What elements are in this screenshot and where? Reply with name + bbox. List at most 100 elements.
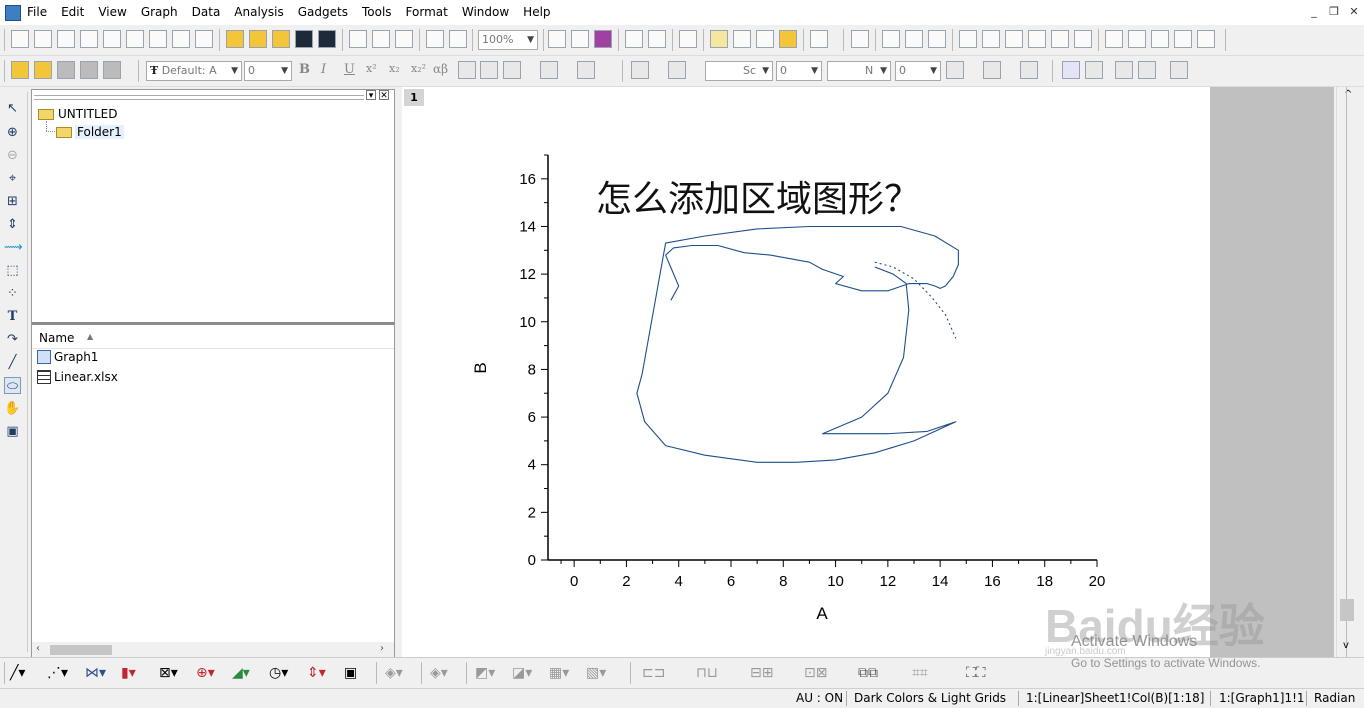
layer-icon[interactable]	[882, 30, 900, 48]
surface-icon[interactable]: ◈▾	[430, 665, 448, 681]
tree-folder1[interactable]: Folder1	[56, 125, 124, 139]
3d-plot-icon[interactable]: ◈▾	[385, 665, 403, 681]
add-column-icon[interactable]	[810, 30, 828, 48]
resize-icon[interactable]: ⛶⛶	[966, 665, 986, 681]
table-icon[interactable]	[1197, 30, 1215, 48]
explorer-close-icon[interactable]: ✕	[379, 90, 389, 101]
regional-selector-icon[interactable]: ⬚	[4, 262, 21, 279]
duplicate-icon[interactable]	[426, 30, 444, 48]
align-icon[interactable]	[1105, 30, 1123, 48]
italic-button[interactable]: I	[321, 62, 326, 77]
zoom-out-icon[interactable]: ⊖	[4, 147, 21, 164]
add-axis-right-icon[interactable]	[1005, 30, 1023, 48]
screen-reader-icon[interactable]: ⌖	[4, 170, 21, 187]
font-color-bar-icon[interactable]	[540, 61, 558, 79]
new-excel-icon[interactable]	[80, 30, 98, 48]
minimize-button[interactable]: _	[1306, 5, 1322, 19]
x-axis-label[interactable]: A	[816, 604, 828, 623]
command-window-icon[interactable]	[756, 30, 774, 48]
distribute-icon[interactable]: ⊡⊠	[804, 665, 827, 681]
graph-page[interactable]: 1 0 2 4 6 8 10 12 14 16 18 20 0 2 4 6 8 10 12 14 16 怎么添加区域图…	[402, 87, 1210, 657]
format-paste-icon[interactable]	[57, 61, 75, 79]
workspace-vscroll[interactable]: ^ v	[1336, 87, 1359, 657]
format-clear-icon[interactable]	[103, 61, 121, 79]
menu-analysis[interactable]: Analysis	[227, 4, 290, 20]
new-function-icon[interactable]	[149, 30, 167, 48]
text-tool-icon[interactable]: T	[4, 308, 21, 325]
legend-icon[interactable]	[1128, 30, 1146, 48]
draw-data-icon[interactable]: ▣	[4, 423, 21, 440]
save-template-icon[interactable]	[318, 30, 336, 48]
merge-layers-icon[interactable]	[905, 30, 923, 48]
format-copy-icon[interactable]	[34, 61, 52, 79]
superscript-button[interactable]: x²	[366, 62, 377, 75]
explorer-hscroll[interactable]: ‹ ›	[32, 642, 394, 658]
tree-root[interactable]: UNTITLED	[38, 107, 117, 121]
image-plot-icon[interactable]: ▧▾	[586, 665, 606, 681]
bold-button[interactable]: B	[299, 62, 310, 77]
add-axis-bottom-icon[interactable]	[959, 30, 977, 48]
region-tool-icon[interactable]: ⬭	[4, 377, 21, 394]
pattern-icon[interactable]	[946, 61, 964, 79]
font-color-icon[interactable]	[577, 61, 595, 79]
list-item[interactable]: Linear.xlsx	[37, 370, 118, 384]
subscript-button[interactable]: x₂	[389, 62, 400, 75]
close-button[interactable]: ✕	[1346, 5, 1362, 19]
results-log-icon[interactable]	[648, 30, 666, 48]
chart-annotation[interactable]: 怎么添加区域图形？	[596, 179, 920, 220]
color-scale-icon[interactable]	[1151, 30, 1169, 48]
grid-icon[interactable]	[1020, 61, 1038, 79]
menu-data[interactable]: Data	[185, 4, 228, 20]
polar-plot-icon[interactable]: ⊠▾	[159, 665, 178, 681]
list-item[interactable]: Graph1	[37, 350, 98, 364]
move-down-icon[interactable]	[1138, 61, 1156, 79]
greek-button[interactable]: αβ	[433, 62, 448, 76]
y-axis-label[interactable]: B	[471, 362, 490, 373]
add-inset-2-icon[interactable]	[1074, 30, 1092, 48]
menu-help[interactable]: Help	[516, 4, 557, 20]
front-back-icon[interactable]: ⧉⧉	[858, 665, 878, 681]
border-icon[interactable]	[983, 61, 1001, 79]
new-layout-icon[interactable]	[172, 30, 190, 48]
increase-font-icon[interactable]	[458, 61, 476, 79]
new-folder-icon[interactable]	[34, 30, 52, 48]
pie-plot-icon[interactable]: ◷▾	[269, 665, 288, 681]
hand-icon[interactable]: ✋	[4, 400, 21, 417]
supsub-button[interactable]: x₂²	[411, 62, 426, 75]
column-plot-icon[interactable]: ▮▾	[121, 665, 136, 681]
line-tool-icon[interactable]: ╱	[4, 354, 21, 371]
zoom-select[interactable]: 100% ▼	[478, 30, 538, 50]
align-left-icon[interactable]	[503, 61, 521, 79]
heatmap-icon[interactable]: ▦▾	[549, 665, 569, 681]
new-graph-icon[interactable]	[103, 30, 121, 48]
zoom-in-icon[interactable]: ⊕	[4, 124, 21, 141]
area-plot-icon[interactable]: ◢▾	[232, 665, 250, 681]
explorer-pin-icon[interactable]: ▾	[366, 90, 376, 101]
slideshow-icon[interactable]	[571, 30, 589, 48]
line-color-icon[interactable]	[668, 61, 686, 79]
font-size-select[interactable]: 0 ▼	[244, 61, 292, 81]
mask-icon[interactable]	[1062, 61, 1080, 79]
new-project-icon[interactable]	[11, 30, 29, 48]
line-symbol-icon[interactable]: ⋈▾	[85, 665, 106, 681]
app-icon[interactable]	[5, 5, 21, 21]
apps-icon[interactable]	[779, 30, 797, 48]
line-plot-icon[interactable]: ╱▾	[10, 665, 25, 681]
menu-file[interactable]: File	[20, 4, 54, 20]
code-builder-icon[interactable]	[625, 30, 643, 48]
pointer-icon[interactable]: ↖	[4, 100, 21, 117]
underline-button[interactable]: U	[344, 62, 355, 77]
scroll-left-icon[interactable]: ‹	[36, 643, 40, 654]
add-inset-icon[interactable]	[1051, 30, 1069, 48]
wireframe-icon[interactable]: ◪▾	[512, 665, 532, 681]
scroll-thumb[interactable]	[50, 645, 112, 655]
arrow-tool-icon[interactable]: ↷	[4, 331, 21, 348]
menu-format[interactable]: Format	[399, 4, 455, 20]
fill-pattern-select[interactable]: 0 ▼	[895, 61, 941, 81]
align-center-icon[interactable]: ⊟⊞	[750, 665, 773, 681]
line-width-select[interactable]: 0 ▼	[776, 61, 822, 81]
format-paste-all-icon[interactable]	[80, 61, 98, 79]
print-icon[interactable]	[548, 30, 566, 48]
open-template-icon[interactable]	[249, 30, 267, 48]
new-notes-icon[interactable]	[195, 30, 213, 48]
